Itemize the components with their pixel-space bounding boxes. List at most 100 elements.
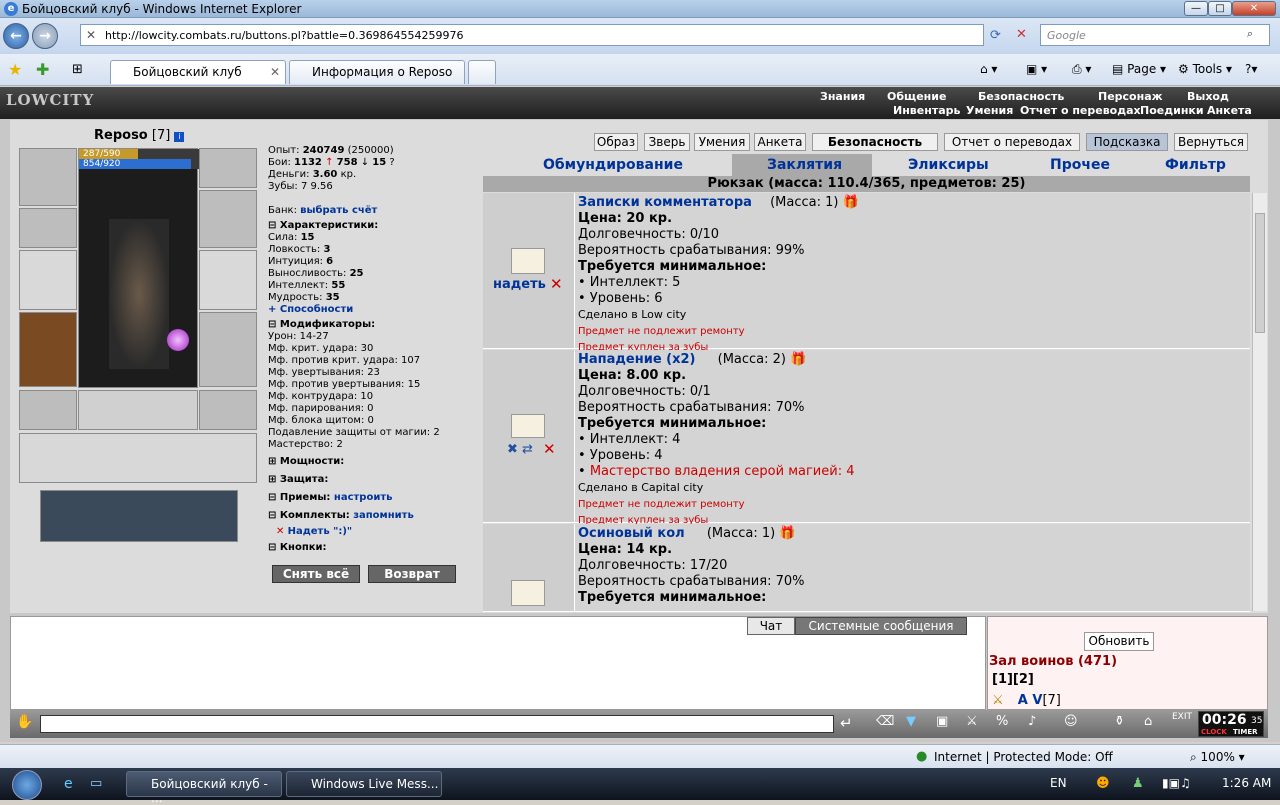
page-menu[interactable]: ▤ Page ▾ (1112, 62, 1166, 76)
spell-slots[interactable] (19, 433, 257, 483)
sets-remember-link[interactable]: запомнить (353, 510, 414, 521)
new-tab-button[interactable] (468, 60, 496, 84)
zoom-level[interactable]: ⌕ 100% ▾ (1190, 750, 1245, 765)
cat-other[interactable]: Прочее (1050, 157, 1110, 173)
send-icon[interactable]: ↵ (840, 714, 853, 732)
refresh-button[interactable]: Обновить (1084, 632, 1154, 651)
menu-character[interactable]: Персонаж (1098, 90, 1163, 103)
print-icon[interactable]: ⎙ ▾ (1072, 62, 1091, 77)
network-icon[interactable]: ▮▣♫ (1162, 776, 1191, 790)
system-messages-tab[interactable]: Системные сообщения (795, 617, 967, 635)
buttons-header[interactable]: ⊟ Кнопки: (268, 542, 478, 554)
menu-knowledge[interactable]: Знания (820, 90, 865, 103)
skills-button[interactable]: Умения (694, 133, 750, 151)
mods-header[interactable]: ⊟ Модификаторы: (268, 319, 478, 331)
lock-icon[interactable]: ⌂ (1144, 714, 1152, 729)
tools-menu[interactable]: ⚙ Tools ▾ (1178, 62, 1232, 76)
messenger-tray-icon[interactable]: ♟ (1132, 776, 1144, 791)
desktop-icon[interactable]: ▭ (90, 776, 102, 791)
cat-elixirs[interactable]: Эликсиры (908, 157, 989, 173)
back-game-button[interactable]: Вернуться (1174, 133, 1248, 151)
hint-button[interactable]: Подсказка (1086, 133, 1168, 151)
item-name[interactable]: Нападение (x2) (578, 352, 695, 367)
put-on-link[interactable]: Надеть ":)" (288, 526, 353, 537)
necklace-slot[interactable] (19, 148, 77, 206)
scroll-thumb[interactable] (1255, 213, 1265, 333)
tray-icon[interactable]: ☻ (1096, 776, 1110, 791)
item-name[interactable]: Осиновый кол (578, 526, 685, 541)
power-header[interactable]: ⊞ Мощности: (268, 456, 478, 468)
belt-slot[interactable] (19, 390, 77, 430)
bank-link[interactable]: выбрать счёт (300, 205, 377, 216)
smiley-menu-icon[interactable]: ✋ (16, 714, 33, 730)
menu-transfer-report[interactable]: Отчет о переводах (1020, 104, 1141, 117)
shield-slot[interactable] (199, 250, 257, 310)
percent-icon[interactable]: % (996, 714, 1008, 729)
tricks-header[interactable]: ⊟ Приемы: настроить (268, 492, 478, 504)
profile-button[interactable]: Анкета (754, 133, 806, 151)
return-button[interactable]: Возврат (368, 565, 456, 583)
close-button[interactable]: ✕ (1232, 1, 1276, 16)
earrings-slot[interactable] (199, 148, 257, 188)
put-on-set[interactable]: ✕ Надеть ":)" (268, 526, 478, 538)
favorites-star-icon[interactable]: ★ (8, 60, 22, 79)
minimize-button[interactable]: — (1184, 1, 1208, 16)
filter-icon[interactable]: ▼ (906, 714, 916, 729)
item-name[interactable]: Записки комментатора (578, 195, 752, 210)
chat-tab[interactable]: Чат (747, 617, 795, 635)
menu-skills[interactable]: Умения (966, 104, 1013, 117)
chat-input[interactable] (40, 715, 834, 733)
sound-icon[interactable]: ♪ (1028, 714, 1036, 729)
exit-icon[interactable]: EXIT (1172, 712, 1192, 722)
ie-quicklaunch-icon[interactable]: e (64, 776, 73, 792)
remove-all-button[interactable]: Снять всё (272, 565, 360, 583)
refresh-icon[interactable]: ⟳ (990, 28, 1001, 43)
chars-header[interactable]: ⊟ Характеристики: (268, 220, 478, 232)
menu-profile[interactable]: Анкета (1207, 104, 1252, 117)
pants-slot[interactable] (199, 312, 257, 387)
home-icon[interactable]: ⌂ ▾ (980, 62, 997, 76)
smile-icon[interactable]: ☺ (1064, 714, 1078, 729)
defense-header[interactable]: ⊞ Защита: (268, 474, 478, 486)
transfer-report-button[interactable]: Отчет о переводах (944, 133, 1080, 151)
search-icon[interactable]: ⌕ (1247, 27, 1253, 41)
tricks-configure-link[interactable]: настроить (334, 492, 393, 503)
quick-tabs-icon[interactable]: ⊞ (72, 62, 83, 77)
inventory-scrollbar[interactable] (1252, 193, 1267, 611)
bag-icon[interactable]: ⚱ (1114, 714, 1125, 729)
menu-exit[interactable]: Выход (1187, 90, 1229, 103)
menu-duels[interactable]: Поединки (1140, 104, 1204, 117)
tab-close-icon[interactable]: ✕ (270, 65, 280, 79)
help-icon[interactable]: ?▾ (1245, 62, 1257, 76)
abilities-link[interactable]: + Способности (268, 304, 478, 316)
task-messenger[interactable]: Windows Live Mess... (286, 771, 442, 797)
task-fight-club[interactable]: Бойцовский клуб - ... (126, 771, 282, 805)
address-bar[interactable]: ✕ http://lowcity.combats.ru/buttons.pl?b… (80, 24, 984, 46)
image-button[interactable]: Образ (594, 133, 638, 151)
search-input[interactable]: Google ⌕ (1040, 24, 1270, 46)
forward-button[interactable]: → (32, 23, 58, 49)
gloves-slot[interactable] (199, 190, 257, 248)
weapon-slot[interactable] (19, 208, 77, 248)
rings-slot[interactable] (78, 390, 198, 430)
add-favorites-icon[interactable]: ✚ (36, 60, 49, 79)
maximize-button[interactable]: □ (1208, 1, 1232, 16)
menu-security[interactable]: Безопасность (978, 90, 1064, 103)
clear-icon[interactable]: ⌫ (876, 714, 894, 729)
delete-icon[interactable]: ✕ (543, 440, 556, 458)
boots-slot[interactable] (199, 390, 257, 430)
cat-equipment[interactable]: Обмундирование (543, 157, 683, 173)
save-icon[interactable]: ▣ (936, 714, 948, 729)
security-button[interactable]: Безопасность (812, 133, 938, 151)
menu-inventory[interactable]: Инвентарь (893, 104, 960, 117)
player-row[interactable]: ⚔ A V[7] (992, 693, 1061, 708)
cat-spells[interactable]: Заклятия (767, 157, 842, 173)
armor-slot[interactable] (19, 312, 77, 387)
tab-fight-club[interactable]: Бойцовский клуб ✕ (110, 60, 286, 84)
player-name[interactable]: A V (1018, 693, 1043, 708)
wear-link[interactable]: надеть (493, 277, 546, 292)
sets-header[interactable]: ⊟ Комплекты: запомнить (268, 510, 478, 522)
fighters-icon[interactable]: ⚔ (966, 714, 978, 729)
info-icon[interactable]: i (174, 132, 185, 142)
delete-icon[interactable]: ✕ (550, 275, 563, 293)
